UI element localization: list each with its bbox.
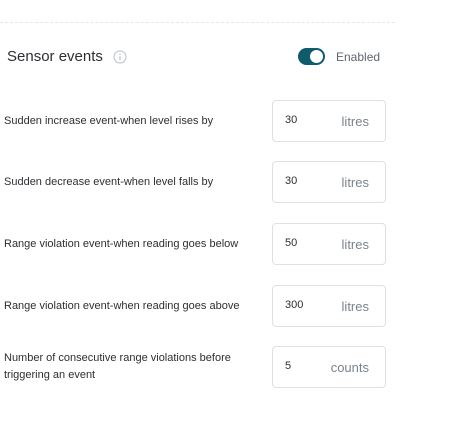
input-unit: litres <box>341 175 369 190</box>
threshold-input[interactable]: 30 litres <box>272 161 386 203</box>
input-value: 50 <box>285 237 298 249</box>
input-unit: counts <box>330 360 369 375</box>
section-divider <box>0 22 395 23</box>
event-row-consecutive-violations: Number of consecutive range violations b… <box>0 346 395 390</box>
event-row-range-above: Range violation event-when reading goes … <box>0 285 395 329</box>
input-value: 300 <box>285 299 304 311</box>
section-header: Sensor events Enabled <box>7 44 381 70</box>
input-value: 5 <box>285 360 292 372</box>
row-label: Sudden increase event-when level rises b… <box>4 115 214 127</box>
event-row-sudden-increase: Sudden increase event-when level rises b… <box>0 100 395 144</box>
row-label: Range violation event-when reading goes … <box>4 238 239 250</box>
info-circle-icon[interactable] <box>113 50 127 64</box>
count-input[interactable]: 5 counts <box>272 346 386 388</box>
enabled-toggle[interactable] <box>298 48 325 65</box>
event-row-range-below: Range violation event-when reading goes … <box>0 223 395 267</box>
row-label: Range violation event-when reading goes … <box>4 300 240 312</box>
input-unit: litres <box>341 114 369 129</box>
toggle-knob <box>310 50 323 63</box>
section-title: Sensor events <box>7 48 103 65</box>
threshold-input[interactable]: 50 litres <box>272 223 386 265</box>
threshold-input[interactable]: 30 litres <box>272 100 386 142</box>
event-row-sudden-decrease: Sudden decrease event-when level falls b… <box>0 161 395 205</box>
sensor-events-panel: Sensor events Enabled Sudden increase ev… <box>0 0 470 428</box>
toggle-label: Enabled <box>336 50 381 64</box>
input-value: 30 <box>285 175 298 187</box>
row-label: Number of consecutive range violations b… <box>4 352 231 381</box>
input-value: 30 <box>285 114 298 126</box>
row-label: Sudden decrease event-when level falls b… <box>4 176 214 188</box>
threshold-input[interactable]: 300 litres <box>272 285 386 327</box>
input-unit: litres <box>341 299 369 314</box>
input-unit: litres <box>341 237 369 252</box>
